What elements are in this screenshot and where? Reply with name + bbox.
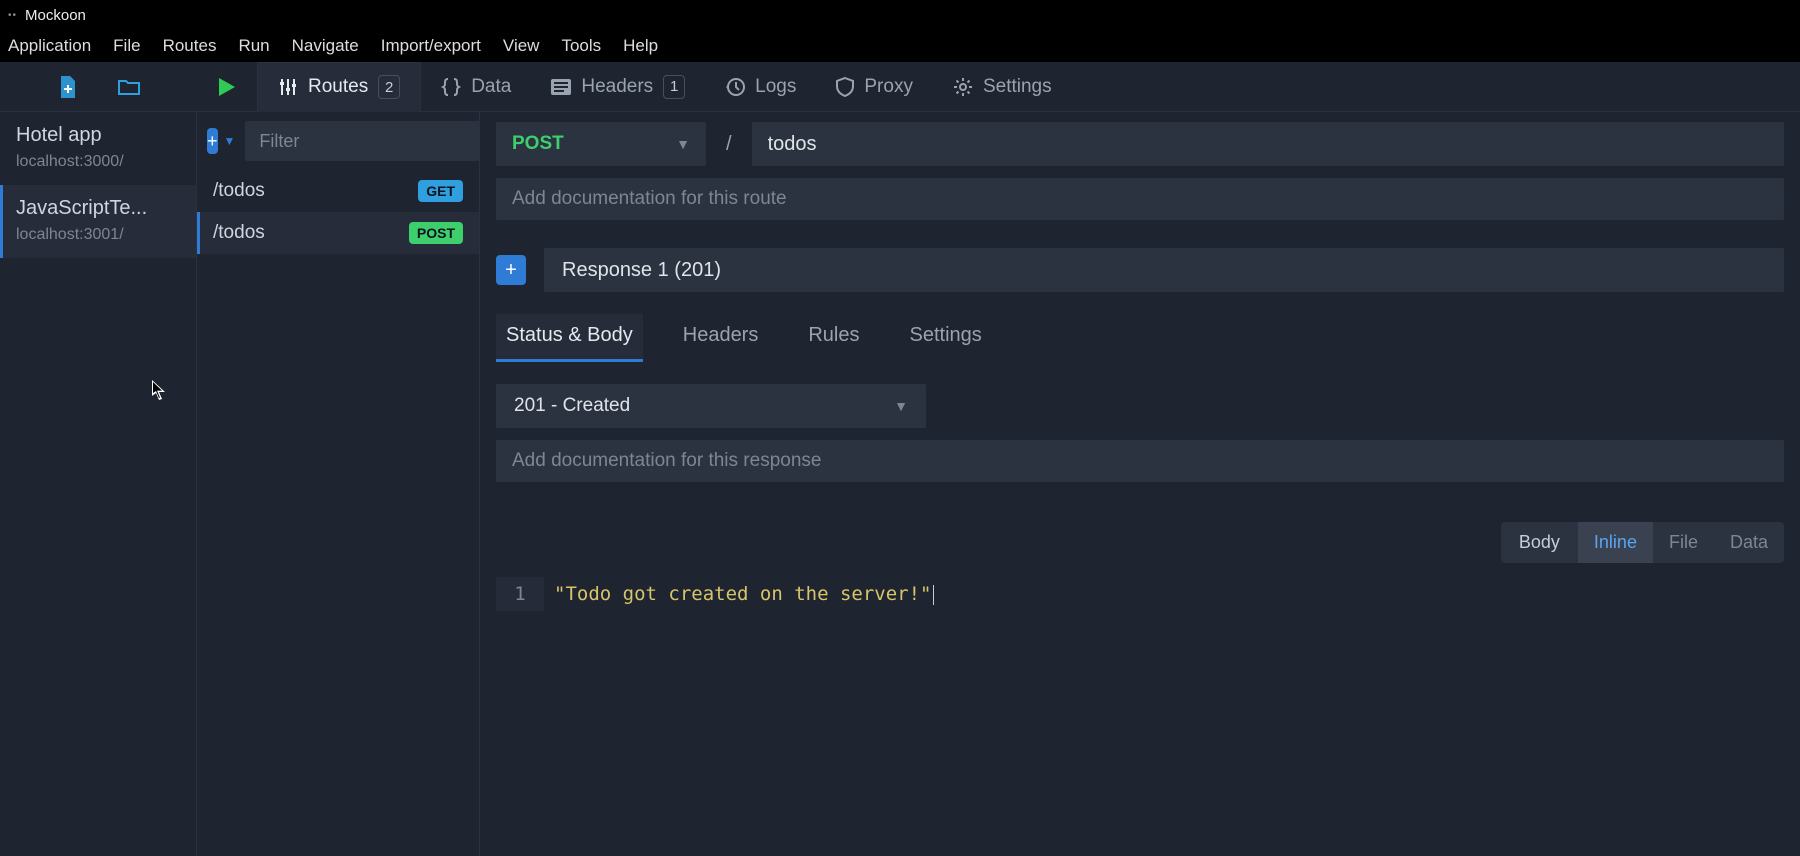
tab-routes[interactable]: Routes 2 — [257, 62, 421, 111]
environment-item[interactable]: Hotel app localhost:3000/ — [0, 112, 196, 185]
menu-routes[interactable]: Routes — [163, 36, 217, 56]
method-select-value: POST — [512, 133, 564, 155]
open-environment-icon[interactable] — [118, 78, 140, 96]
subtab-rules[interactable]: Rules — [798, 314, 869, 362]
tab-headers-count: 1 — [663, 75, 685, 99]
tab-headers-label: Headers — [581, 76, 653, 98]
route-item[interactable]: /todos GET — [197, 170, 479, 212]
environment-name: JavaScriptTe... — [16, 197, 180, 220]
route-editor: POST ▼ / + Response 1 (201) Status & Bod… — [480, 112, 1800, 856]
tab-proxy[interactable]: Proxy — [816, 62, 933, 111]
sliders-icon — [278, 77, 298, 97]
code-gutter: 1 — [496, 577, 544, 611]
response-documentation-input[interactable] — [496, 440, 1784, 482]
main-toolbar: Routes 2 Data Headers 1 Logs Pro — [0, 62, 1800, 112]
titlebar: •• Mockoon — [0, 0, 1800, 30]
body-mode-data[interactable]: Data — [1714, 522, 1784, 563]
chevron-down-icon: ▼ — [894, 398, 908, 414]
route-path-input[interactable] — [752, 122, 1784, 166]
subtab-headers[interactable]: Headers — [673, 314, 769, 362]
routes-filter-input[interactable] — [245, 121, 505, 161]
menubar: Application File Routes Run Navigate Imp… — [0, 30, 1800, 62]
route-path: /todos — [213, 222, 265, 244]
tab-logs[interactable]: Logs — [705, 62, 816, 111]
environment-host: localhost:3000/ — [16, 153, 180, 171]
chevron-down-icon: ▼ — [676, 136, 690, 152]
response-select[interactable]: Response 1 (201) — [544, 248, 1784, 292]
code-content[interactable]: "Todo got created on the server!" — [544, 577, 1784, 611]
tab-data[interactable]: Data — [421, 62, 531, 111]
window-dots: •• — [8, 10, 17, 21]
add-route-button[interactable]: + — [207, 128, 218, 154]
add-route-dropdown-icon[interactable]: ▼ — [224, 134, 236, 148]
new-environment-icon[interactable] — [58, 76, 78, 98]
environment-item[interactable]: JavaScriptTe... localhost:3001/ — [0, 185, 196, 258]
shield-icon — [836, 77, 854, 97]
method-badge: POST — [409, 222, 463, 244]
menu-file[interactable]: File — [113, 36, 140, 56]
tab-routes-count: 2 — [378, 75, 400, 99]
body-mode-inline[interactable]: Inline — [1578, 522, 1653, 563]
body-editor[interactable]: 1 "Todo got created on the server!" — [496, 577, 1784, 611]
environment-name: Hotel app — [16, 124, 180, 147]
menu-view[interactable]: View — [503, 36, 540, 56]
tab-settings[interactable]: Settings — [933, 62, 1072, 111]
routes-panel: + ▼ /todos GET /todos POST — [197, 112, 480, 856]
add-response-button[interactable]: + — [496, 255, 526, 285]
tab-proxy-label: Proxy — [864, 76, 913, 98]
gear-icon — [953, 77, 973, 97]
path-separator: / — [720, 133, 738, 156]
response-select-value: Response 1 (201) — [562, 259, 721, 282]
response-subtabs: Status & Body Headers Rules Settings — [496, 314, 1784, 362]
start-server-icon[interactable] — [219, 78, 235, 96]
subtab-settings[interactable]: Settings — [900, 314, 992, 362]
route-item[interactable]: /todos POST — [197, 212, 479, 254]
app-title: Mockoon — [25, 7, 86, 24]
menu-import-export[interactable]: Import/export — [381, 36, 481, 56]
main-area: Hotel app localhost:3000/ JavaScriptTe..… — [0, 112, 1800, 856]
tab-settings-label: Settings — [983, 76, 1052, 98]
status-code-select[interactable]: 201 - Created ▼ — [496, 384, 926, 428]
history-icon — [725, 77, 745, 97]
menu-navigate[interactable]: Navigate — [292, 36, 359, 56]
braces-icon — [441, 77, 461, 97]
route-documentation-input[interactable] — [496, 178, 1784, 220]
body-mode-switch: Body Inline File Data — [496, 522, 1784, 563]
list-icon — [551, 79, 571, 95]
method-select[interactable]: POST ▼ — [496, 122, 706, 166]
method-badge: GET — [418, 180, 463, 202]
environments-panel: Hotel app localhost:3000/ JavaScriptTe..… — [0, 112, 197, 856]
route-path: /todos — [213, 180, 265, 202]
body-mode-file[interactable]: File — [1653, 522, 1714, 563]
status-code-value: 201 - Created — [514, 395, 630, 417]
environment-host: localhost:3001/ — [16, 226, 180, 244]
tab-logs-label: Logs — [755, 76, 796, 98]
menu-run[interactable]: Run — [238, 36, 269, 56]
menu-tools[interactable]: Tools — [561, 36, 601, 56]
tab-headers[interactable]: Headers 1 — [531, 62, 705, 111]
subtab-status-body[interactable]: Status & Body — [496, 314, 643, 362]
tab-data-label: Data — [471, 76, 511, 98]
menu-application[interactable]: Application — [8, 36, 91, 56]
body-mode-label: Body — [1501, 522, 1578, 563]
tab-routes-label: Routes — [308, 76, 368, 98]
menu-help[interactable]: Help — [623, 36, 658, 56]
